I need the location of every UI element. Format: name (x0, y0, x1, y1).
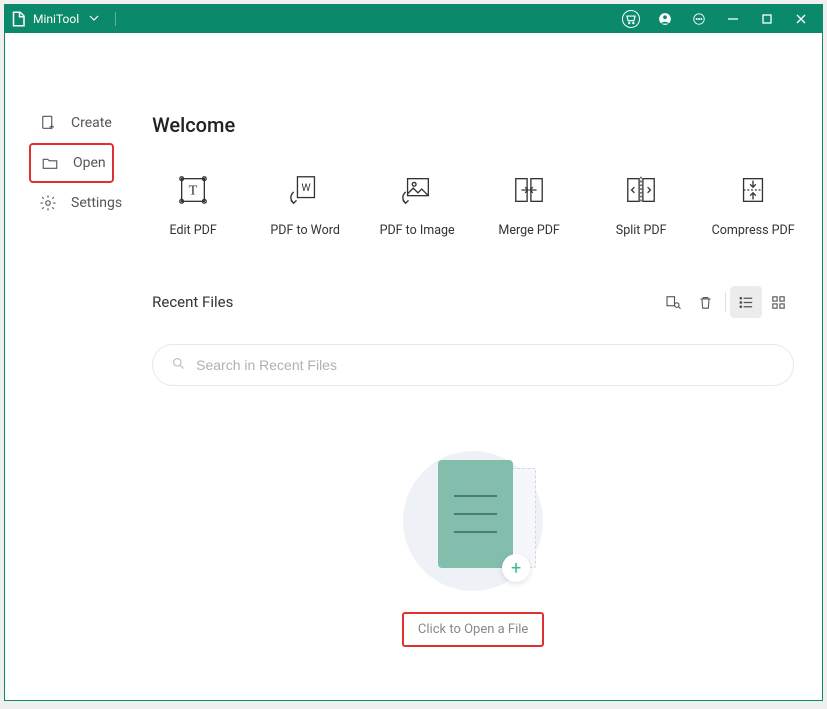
recent-files-header: Recent Files (152, 286, 794, 318)
svg-text:W: W (301, 181, 310, 194)
sidebar-item-open[interactable]: Open (29, 143, 114, 183)
create-icon (39, 114, 57, 132)
pdf-to-image-icon (400, 173, 434, 207)
tool-compress-pdf[interactable]: Compress PDF (712, 173, 794, 238)
maximize-button[interactable] (750, 5, 784, 33)
app-window: MiniTool (4, 4, 823, 701)
tool-pdf-to-word[interactable]: W PDF to Word (264, 173, 346, 238)
empty-state: + Click to Open a File (152, 446, 794, 647)
tool-label: Split PDF (616, 223, 667, 238)
gear-icon (39, 194, 57, 212)
compress-pdf-icon (736, 173, 770, 207)
tool-split-pdf[interactable]: Split PDF (600, 173, 682, 238)
delete-button[interactable] (689, 286, 721, 318)
open-file-button[interactable]: Click to Open a File (402, 612, 544, 647)
recent-search[interactable] (152, 344, 794, 386)
tool-label: PDF to Word (270, 223, 340, 238)
tool-label: Compress PDF (712, 223, 795, 238)
grid-view-button[interactable] (762, 286, 794, 318)
recent-files-title: Recent Files (152, 293, 233, 311)
app-logo-icon (9, 10, 27, 28)
user-button[interactable] (648, 5, 682, 33)
list-view-button[interactable] (730, 286, 762, 318)
view-separator (725, 292, 726, 312)
pdf-to-word-icon: W (288, 173, 322, 207)
main-content: Welcome T Edit PDF W PDF to Word (122, 33, 822, 700)
tool-label: PDF to Image (380, 223, 455, 238)
split-pdf-icon (624, 173, 658, 207)
titlebar: MiniTool (5, 5, 822, 33)
close-button[interactable] (784, 5, 818, 33)
sidebar-item-label: Settings (71, 195, 122, 211)
plus-icon: + (502, 554, 530, 582)
sidebar-item-label: Create (71, 115, 112, 131)
svg-text:T: T (189, 183, 198, 199)
tool-merge-pdf[interactable]: Merge PDF (488, 173, 570, 238)
app-menu-dropdown[interactable] (89, 12, 99, 26)
app-title: MiniTool (33, 12, 79, 26)
tool-edit-pdf[interactable]: T Edit PDF (152, 173, 234, 238)
tool-label: Edit PDF (169, 223, 216, 238)
sidebar-item-label: Open (73, 155, 106, 171)
sidebar: Create Open Settings (5, 33, 122, 700)
tools-row: T Edit PDF W PDF to Word PDF to Image (152, 173, 794, 238)
open-file-graphic[interactable]: + (398, 446, 548, 596)
tool-pdf-to-image[interactable]: PDF to Image (376, 173, 458, 238)
edit-pdf-icon: T (176, 173, 210, 207)
folder-icon (41, 154, 59, 172)
tool-label: Merge PDF (498, 223, 559, 238)
welcome-heading: Welcome (152, 113, 794, 137)
minimize-button[interactable] (716, 5, 750, 33)
filter-button[interactable] (657, 286, 689, 318)
cart-button[interactable] (614, 5, 648, 33)
merge-pdf-icon (512, 173, 546, 207)
titlebar-separator (115, 12, 116, 26)
feedback-button[interactable] (682, 5, 716, 33)
sidebar-item-settings[interactable]: Settings (5, 183, 122, 223)
sidebar-item-create[interactable]: Create (5, 103, 122, 143)
search-icon (171, 356, 186, 375)
search-input[interactable] (196, 357, 775, 373)
